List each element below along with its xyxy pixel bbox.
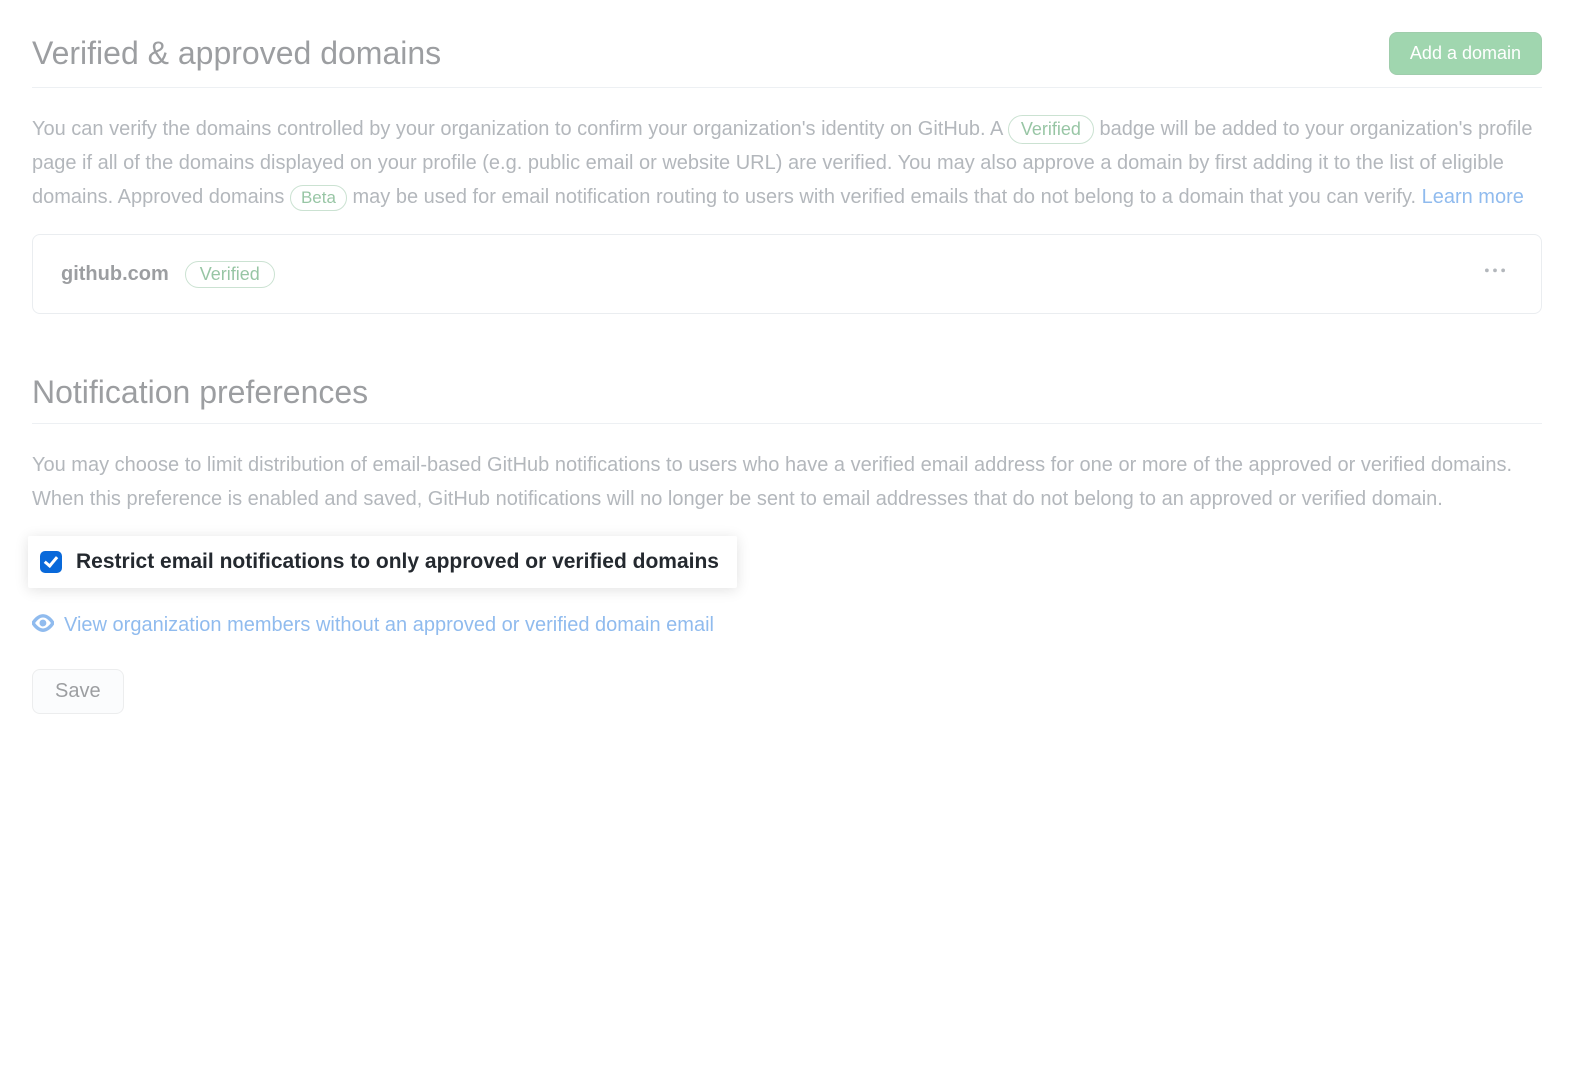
domain-row-left: github.com Verified bbox=[61, 261, 275, 288]
restrict-notifications-row[interactable]: Restrict email notifications to only app… bbox=[28, 536, 737, 588]
domains-section-title: Verified & approved domains bbox=[32, 35, 441, 72]
notification-description: You may choose to limit distribution of … bbox=[32, 448, 1542, 516]
notification-section-header: Notification preferences bbox=[32, 374, 1542, 424]
beta-badge-inline: Beta bbox=[290, 185, 347, 211]
restrict-notifications-label: Restrict email notifications to only app… bbox=[76, 550, 719, 574]
desc-text-3: may be used for email notification routi… bbox=[352, 186, 1421, 208]
verified-badge-inline: Verified bbox=[1008, 115, 1094, 144]
restrict-notifications-checkbox[interactable] bbox=[40, 551, 62, 573]
domain-name: github.com bbox=[61, 263, 169, 286]
add-domain-button[interactable]: Add a domain bbox=[1389, 32, 1542, 75]
desc-text-1: You can verify the domains controlled by… bbox=[32, 118, 1008, 140]
kebab-menu-icon[interactable] bbox=[1477, 257, 1513, 291]
domain-status-badge: Verified bbox=[185, 261, 275, 288]
eye-icon bbox=[32, 612, 54, 639]
view-members-link[interactable]: View organization members without an app… bbox=[64, 614, 714, 637]
notification-section-title: Notification preferences bbox=[32, 374, 1542, 411]
save-button[interactable]: Save bbox=[32, 669, 124, 714]
view-members-row: View organization members without an app… bbox=[32, 612, 1542, 639]
domains-description: You can verify the domains controlled by… bbox=[32, 112, 1542, 214]
domains-section-header: Verified & approved domains Add a domain bbox=[32, 32, 1542, 88]
domain-list-row: github.com Verified bbox=[32, 234, 1542, 314]
learn-more-link[interactable]: Learn more bbox=[1422, 186, 1524, 208]
